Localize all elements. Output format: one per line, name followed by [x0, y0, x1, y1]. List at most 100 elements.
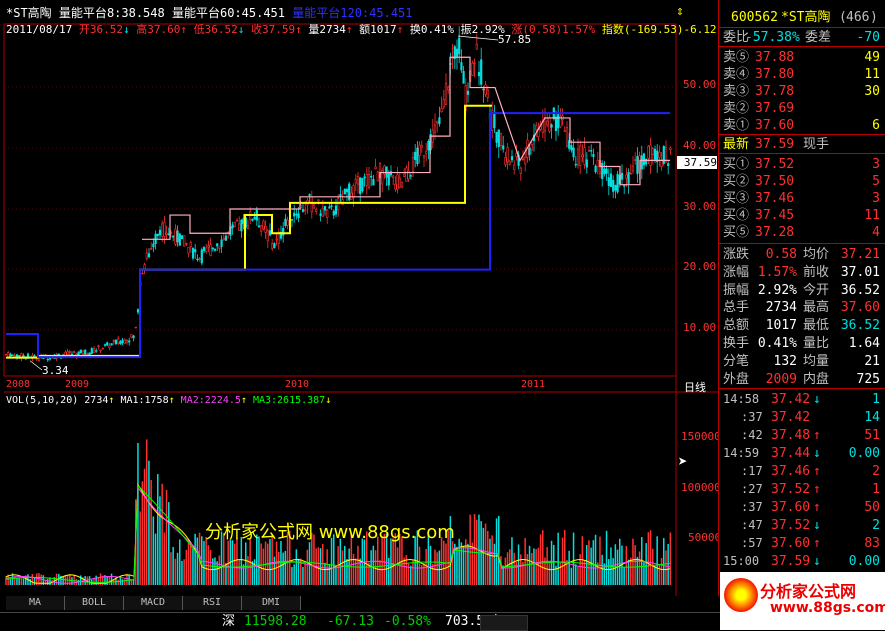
tick-volume: 83	[864, 536, 880, 551]
tick-volume: 0.00	[848, 554, 880, 569]
index-value: 11598.28	[244, 614, 307, 629]
tick-direction-icon: ↑	[813, 536, 821, 551]
vol-axis-150000: 150000	[681, 430, 721, 443]
market-label: 深	[222, 614, 236, 629]
sell-price: 37.60	[755, 118, 795, 133]
logo-text: 分析家公式网	[760, 582, 857, 601]
tick-direction-icon: ↓	[813, 446, 821, 461]
price-axis-label-30: 30.00	[683, 200, 717, 213]
stock-num: 466	[846, 10, 870, 25]
tab-rsi[interactable]: RSI	[183, 596, 242, 610]
tick-time: 15:00	[723, 554, 760, 568]
tick-time: :37	[741, 410, 763, 424]
stat-row-4: 总额 1017 最低 36.52	[721, 316, 884, 335]
status-bar-widget[interactable]	[480, 615, 528, 631]
code-header: 600562 *ST高陶 (466)	[731, 10, 878, 25]
tab-dmi[interactable]: DMI	[242, 596, 301, 610]
stat-label-right: 今开	[803, 282, 830, 298]
stat-value-right: 37.60	[840, 300, 880, 316]
tick-volume: 2	[872, 464, 880, 479]
stat-label-left: 总额	[723, 318, 750, 334]
stat-value-right: 725	[856, 371, 880, 387]
tick-volume: 1	[872, 482, 880, 497]
stat-value-left: 2009	[765, 371, 797, 387]
tick-time: :17	[741, 464, 763, 478]
current-price-tag: 37.59	[677, 156, 717, 169]
price-axis-label-50: 50.00	[683, 78, 717, 91]
period-label[interactable]: 日线	[684, 379, 706, 395]
logo-url: www.88gs.com	[770, 600, 885, 616]
latest-label: 最新	[723, 137, 750, 152]
vol-ma1: MA1:1758	[120, 395, 169, 406]
stock-name-right: *ST高陶	[781, 10, 831, 25]
time-label-2011: 2011	[521, 379, 546, 390]
tick-direction-icon: ↓	[813, 392, 821, 407]
buy-label: 买⑤	[723, 225, 750, 240]
wei-row: 委比 -57.38% 委差 -70	[721, 28, 884, 47]
tab-macd[interactable]: MACD	[124, 596, 183, 610]
tick-price: 37.42	[771, 392, 811, 407]
stat-value-right: 36.52	[840, 318, 880, 334]
wei-cha-value: -70	[856, 30, 880, 45]
tick-row-9: 15:00 37.59 ↓ 0.00	[721, 552, 884, 571]
info-close: 收37.59	[250, 23, 296, 36]
bottom-bar: MA BOLL MACD RSI DMI 深 11598.28 -67.13 -0.58…	[0, 572, 885, 631]
buy-price: 37.28	[755, 225, 795, 240]
price-axis-label-10: 10.00	[683, 321, 717, 334]
chart-area[interactable]: *ST高陶 量能平台8:38.548 量能平台60:45.451 量能平台120…	[0, 0, 721, 596]
index-change: -67.13	[327, 614, 374, 629]
flower-logo-icon	[724, 578, 758, 612]
vol-header: VOL(5,10,20) 2734↑ MA1:1758↑ MA2:2224.5↑…	[6, 395, 332, 406]
tick-price: 37.60	[771, 500, 811, 515]
tick-price: 37.48	[771, 428, 811, 443]
kline-chart[interactable]	[0, 0, 718, 596]
info-open: 开36.52	[78, 23, 123, 36]
tick-row-2: :42 37.48 ↑ 51	[721, 426, 884, 445]
tick-volume: 51	[864, 428, 880, 443]
time-label-2008: 2008	[6, 379, 31, 390]
stat-label-right: 内盘	[803, 371, 830, 387]
price-axis-label-20: 20.00	[683, 260, 717, 273]
volume-bars	[5, 439, 672, 585]
stat-value-right: 21	[864, 353, 880, 369]
tick-time: :57	[741, 536, 763, 550]
index-pct: -0.58%	[384, 614, 431, 629]
stat-label-right: 最低	[803, 318, 830, 334]
stat-row-6: 分笔 132 均量 21	[721, 352, 884, 371]
tick-row-5: :27 37.52 ↑ 1	[721, 480, 884, 499]
sell-vol: 6	[872, 118, 880, 133]
info-turnover: 换0.41%	[409, 23, 454, 36]
tick-price: 37.52	[771, 482, 811, 497]
stat-label-left: 涨幅	[723, 264, 750, 280]
stock-name: *ST高陶	[6, 6, 52, 20]
stat-row-7: 外盘 2009 内盘 725	[721, 370, 884, 389]
stat-label-left: 换手	[723, 336, 750, 351]
tick-direction-icon: ↑	[813, 464, 821, 479]
sell-label: 卖①	[723, 118, 750, 133]
stat-value-right: 37.21	[840, 247, 880, 262]
tick-direction-icon: ↑	[813, 428, 821, 443]
tick-volume: 50	[864, 500, 880, 515]
tick-price: 37.42	[771, 410, 811, 425]
stat-label-right: 量比	[803, 336, 830, 351]
tick-direction-icon: ↑	[813, 500, 821, 515]
watermark: 分析家公式网 www.88gs.com	[205, 522, 455, 543]
tick-time: :27	[741, 482, 763, 496]
sell-row-1: 卖① 37.60 6	[721, 116, 884, 135]
tab-ma[interactable]: MA	[6, 596, 65, 610]
vol-axis-100000: 100000	[681, 481, 721, 494]
anchor-icon[interactable]: ⇕	[676, 4, 684, 19]
stat-label-left: 总手	[723, 300, 750, 316]
latest-row: 最新 37.59 现手	[721, 135, 884, 154]
tick-row-7: :47 37.52 ↓ 2	[721, 516, 884, 535]
header-line: *ST高陶 量能平台8:38.548 量能平台60:45.451 量能平台120…	[6, 4, 413, 21]
stat-label-left: 涨跌	[723, 247, 750, 262]
stat-row-3: 总手 2734 最高 37.60	[721, 298, 884, 317]
stat-row-2: 振幅 2.92% 今开 36.52	[721, 281, 884, 300]
stat-label-right: 均价	[803, 247, 830, 262]
tab-boll[interactable]: BOLL	[65, 596, 124, 610]
tick-row-3: 14:59 37.44 ↓ 0.00	[721, 444, 884, 463]
tick-volume: 2	[872, 518, 880, 533]
indicator-label-2: 量能平台60:	[171, 6, 242, 20]
info-line: 2011/08/17 开36.52↓ 高37.60↑ 低36.52↓ 收37.5…	[6, 23, 717, 36]
